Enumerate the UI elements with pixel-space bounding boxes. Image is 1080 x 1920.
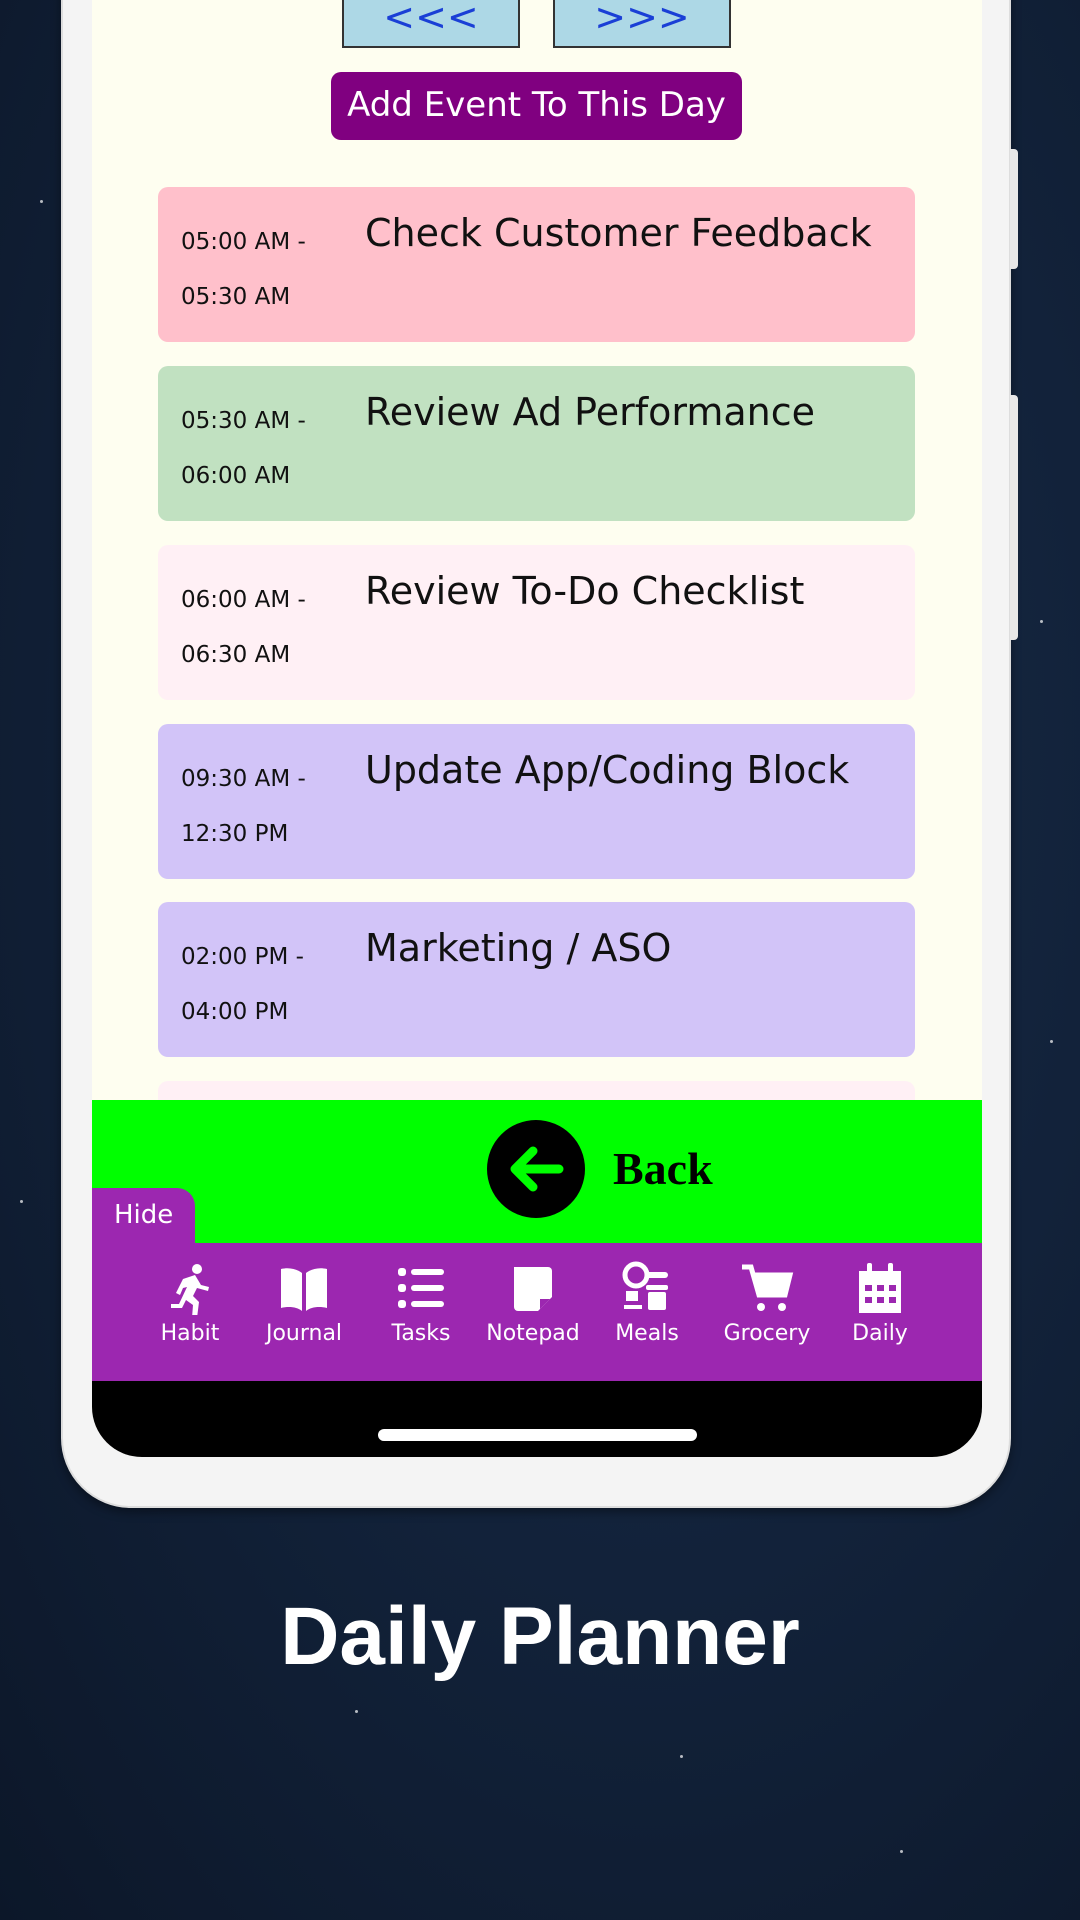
hide-nav-tab[interactable]: Hide bbox=[92, 1188, 195, 1248]
meals-icon bbox=[622, 1261, 668, 1310]
nav-item-habit[interactable]: Habit bbox=[135, 1261, 245, 1346]
list-icon bbox=[398, 1268, 444, 1308]
event-card[interactable]: 06:00 AM - 06:30 AM Review To-Do Checklist bbox=[158, 545, 915, 700]
previous-day-button[interactable]: <<< bbox=[342, 0, 520, 48]
nav-item-grocery[interactable]: Grocery bbox=[712, 1261, 822, 1346]
cart-icon bbox=[742, 1264, 794, 1311]
running-icon bbox=[171, 1264, 209, 1315]
event-title: Marketing / ASO bbox=[365, 926, 672, 970]
back-button[interactable]: Back bbox=[613, 1142, 713, 1195]
event-card[interactable]: 09:30 AM - 12:30 PM Update App/Coding Bloc… bbox=[158, 724, 915, 879]
nav-item-daily[interactable]: Daily bbox=[825, 1261, 935, 1346]
system-nav-bar bbox=[92, 1381, 982, 1457]
event-title: Review Ad Performance bbox=[365, 390, 815, 434]
back-arrow-icon[interactable] bbox=[487, 1120, 585, 1218]
nav-item-meals[interactable]: Meals bbox=[592, 1261, 702, 1346]
event-start: 05:00 AM - bbox=[181, 229, 306, 255]
event-end: 04:00 PM bbox=[181, 999, 289, 1025]
event-card[interactable]: 02:00 PM - 04:00 PM Marketing / ASO bbox=[158, 902, 915, 1057]
event-start: 09:30 AM - bbox=[181, 766, 306, 792]
nav-item-label: Grocery bbox=[723, 1321, 811, 1346]
event-time: 09:30 AM - 12:30 PM bbox=[181, 752, 331, 862]
bottom-navigation: Habit Journal Tasks Notepad Meals Grocery Dail… bbox=[92, 1243, 982, 1381]
caption-title: Daily Planner bbox=[280, 1591, 800, 1682]
event-title: Review To-Do Checklist bbox=[365, 569, 805, 613]
nav-item-notepad[interactable]: Notepad bbox=[478, 1261, 588, 1346]
book-icon bbox=[281, 1268, 327, 1311]
volume-button bbox=[1010, 149, 1018, 269]
event-end: 05:30 AM bbox=[181, 284, 291, 310]
nav-item-label: Notepad bbox=[486, 1321, 580, 1346]
event-time: 06:00 AM - 06:30 AM bbox=[181, 573, 331, 683]
nav-item-label: Habit bbox=[160, 1321, 220, 1346]
back-bar[interactable]: Back bbox=[92, 1100, 982, 1245]
event-start: 02:00 PM - bbox=[181, 944, 304, 970]
power-button bbox=[1010, 395, 1018, 640]
event-end: 12:30 PM bbox=[181, 821, 289, 847]
event-card[interactable]: 05:00 AM - 05:30 AM Check Customer Feedbac… bbox=[158, 187, 915, 342]
note-icon bbox=[514, 1267, 552, 1311]
nav-item-label: Meals bbox=[615, 1321, 679, 1346]
event-end: 06:30 AM bbox=[181, 642, 291, 668]
event-title: Update App/Coding Block bbox=[365, 748, 850, 792]
nav-item-tasks[interactable]: Tasks bbox=[366, 1261, 476, 1346]
home-indicator[interactable] bbox=[378, 1429, 697, 1441]
event-time: 05:30 AM - 06:00 AM bbox=[181, 394, 331, 504]
event-start: 06:00 AM - bbox=[181, 587, 306, 613]
app-screen: <<< >>> Add Event To This Day 05:00 AM -… bbox=[92, 0, 982, 1457]
event-start: 05:30 AM - bbox=[181, 408, 306, 434]
event-title: Check Customer Feedback bbox=[365, 211, 872, 255]
nav-item-label: Journal bbox=[265, 1321, 343, 1346]
nav-item-journal[interactable]: Journal bbox=[249, 1261, 359, 1346]
event-time: 05:00 AM - 05:30 AM bbox=[181, 215, 331, 325]
nav-item-label: Daily bbox=[852, 1321, 908, 1346]
calendar-icon bbox=[859, 1263, 901, 1313]
add-event-button[interactable]: Add Event To This Day bbox=[331, 72, 742, 140]
event-end: 06:00 AM bbox=[181, 463, 291, 489]
next-day-button[interactable]: >>> bbox=[553, 0, 731, 48]
nav-item-label: Tasks bbox=[391, 1321, 451, 1346]
event-card[interactable]: 05:30 AM - 06:00 AM Review Ad Performance bbox=[158, 366, 915, 521]
event-time: 02:00 PM - 04:00 PM bbox=[181, 930, 331, 1040]
